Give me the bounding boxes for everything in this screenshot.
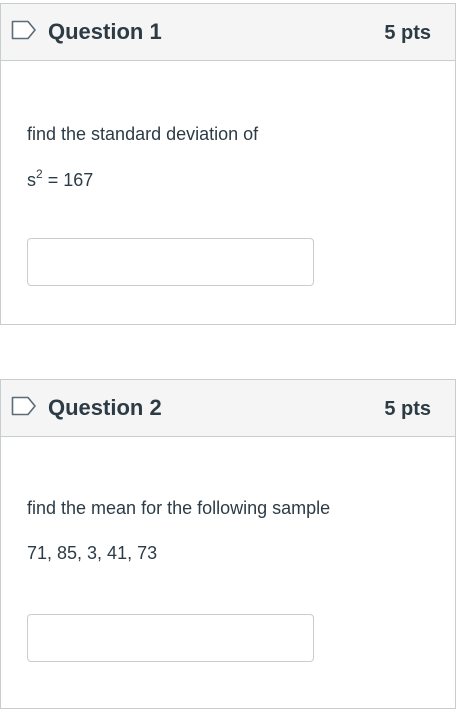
question-points: 5 pts [384, 22, 431, 44]
question-2: Question 2 5 pts find the mean for the f… [0, 379, 456, 709]
flag-icon[interactable] [11, 20, 37, 40]
question-expression: s2 = 167 [27, 168, 93, 192]
flag-icon[interactable] [11, 396, 37, 416]
answer-input[interactable] [27, 614, 314, 662]
question-title: Question 1 [48, 19, 162, 44]
question-title: Question 2 [48, 395, 162, 420]
expression-value: = 167 [42, 170, 94, 190]
question-data: 71, 85, 3, 41, 73 [27, 543, 158, 563]
expression-base: s [27, 170, 36, 190]
expression-superscript: 2 [36, 167, 43, 181]
question-points: 5 pts [384, 398, 431, 420]
question-1: Question 1 5 pts find the standard devia… [0, 3, 456, 325]
question-header: Question 2 5 pts [1, 380, 455, 437]
question-header: Question 1 5 pts [1, 4, 455, 61]
question-prompt: find the mean for the following sample [27, 498, 331, 518]
answer-input[interactable] [27, 238, 314, 286]
question-prompt: find the standard deviation of [27, 124, 259, 144]
